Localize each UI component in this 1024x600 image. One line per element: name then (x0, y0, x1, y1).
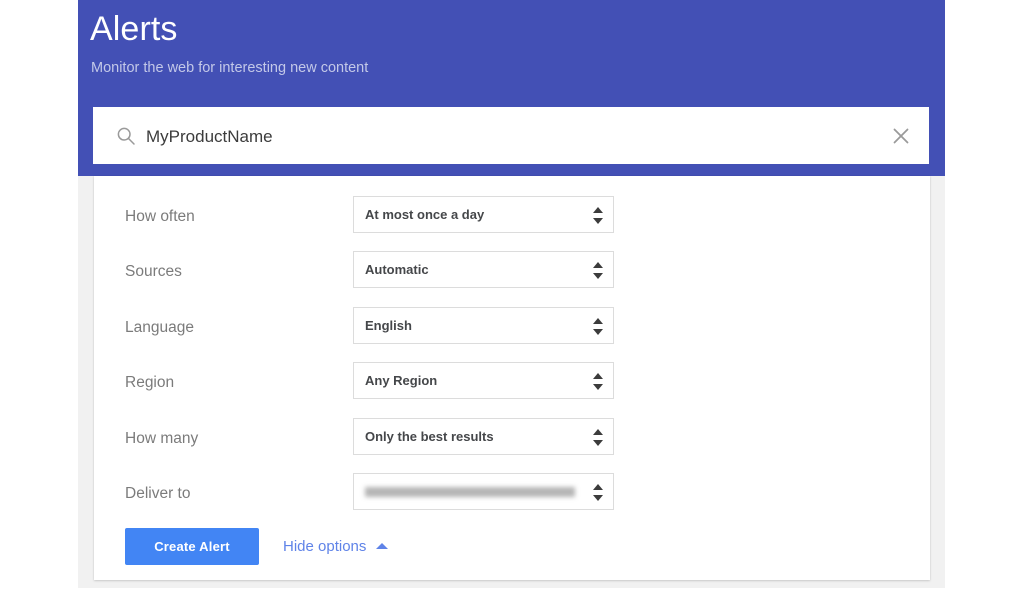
hide-options-toggle[interactable]: Hide options (283, 536, 389, 558)
alert-options-card: How often At most once a day Sources Aut… (94, 176, 930, 580)
stepper-up-down-icon[interactable] (592, 206, 604, 225)
how-many-value: Only the best results (365, 429, 494, 444)
how-many-select[interactable]: Only the best results (353, 418, 614, 455)
option-label: Language (125, 319, 194, 336)
stepper-up-down-icon[interactable] (592, 317, 604, 336)
option-row-sources: Sources Automatic (94, 251, 930, 307)
close-icon[interactable] (890, 125, 912, 147)
region-value: Any Region (365, 373, 438, 388)
region-select[interactable]: Any Region (353, 362, 614, 399)
search-icon (116, 126, 136, 146)
option-label: Region (125, 374, 175, 391)
alerts-page: Alerts Monitor the web for interesting n… (0, 0, 1024, 600)
option-row-how-many: How many Only the best results (94, 418, 930, 474)
sources-value: Automatic (365, 262, 429, 277)
option-label: How many (125, 430, 199, 447)
create-alert-button[interactable]: Create Alert (125, 528, 259, 565)
card-actions: Create Alert Hide options (94, 528, 930, 568)
page-title: Alerts (90, 10, 178, 48)
how-often-value: At most once a day (365, 207, 485, 222)
page-header: Alerts Monitor the web for interesting n… (78, 0, 945, 176)
option-label: Deliver to (125, 485, 191, 502)
stepper-up-down-icon[interactable] (592, 261, 604, 280)
deliver-to-select[interactable] (353, 473, 614, 510)
option-label: How often (125, 208, 195, 225)
language-select[interactable]: English (353, 307, 614, 344)
search-input[interactable]: MyProductName (146, 108, 273, 165)
language-value: English (365, 318, 412, 333)
stepper-up-down-icon[interactable] (592, 483, 604, 502)
chevron-up-icon (376, 543, 389, 549)
option-row-language: Language English (94, 307, 930, 363)
sources-select[interactable]: Automatic (353, 251, 614, 288)
option-label: Sources (125, 263, 182, 280)
option-row-how-often: How often At most once a day (94, 196, 930, 252)
how-often-select[interactable]: At most once a day (353, 196, 614, 233)
hide-options-label: Hide options (283, 538, 367, 555)
stepper-up-down-icon[interactable] (592, 372, 604, 391)
option-row-deliver-to: Deliver to (94, 473, 930, 529)
page-subtitle: Monitor the web for interesting new cont… (91, 60, 369, 76)
stepper-up-down-icon[interactable] (592, 428, 604, 447)
search-box[interactable]: MyProductName (93, 107, 929, 164)
option-row-region: Region Any Region (94, 362, 930, 418)
deliver-to-value (365, 474, 579, 509)
